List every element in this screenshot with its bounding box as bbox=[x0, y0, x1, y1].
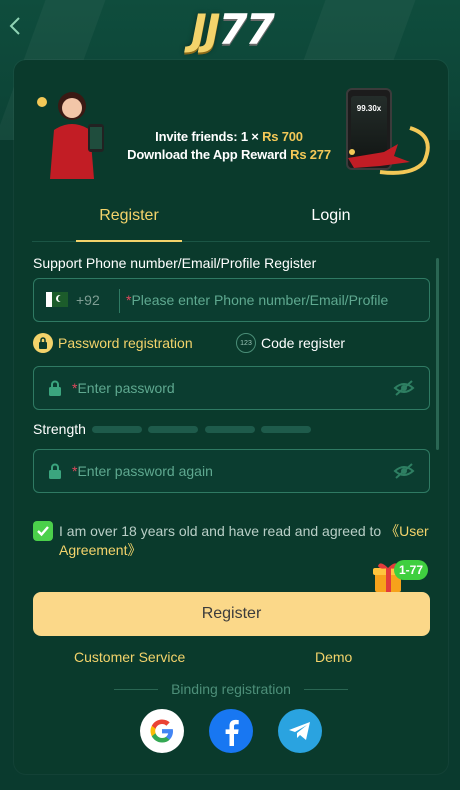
demo-link[interactable]: Demo bbox=[315, 649, 352, 665]
code-register-label: Code register bbox=[261, 335, 346, 351]
google-icon bbox=[150, 719, 173, 743]
register-card: Invite friends: 1 × Rs 700 Download the … bbox=[14, 60, 448, 774]
support-text: Support Phone number/Email/Profile Regis… bbox=[33, 255, 317, 271]
eye-off-icon[interactable] bbox=[393, 379, 415, 397]
phone-placeholder: Please enter Phone number/Email/Profile bbox=[131, 292, 389, 308]
agreement-text: I am over 18 years old and have read and… bbox=[59, 522, 439, 560]
logo-77-text: 77 bbox=[218, 4, 274, 54]
auth-tabs: Register Login bbox=[32, 200, 430, 242]
strength-bar bbox=[148, 426, 198, 433]
eye-off-icon[interactable] bbox=[393, 462, 415, 480]
password-registration-label: Password registration bbox=[58, 335, 193, 351]
lock-icon bbox=[49, 463, 61, 479]
strength-bar bbox=[92, 426, 142, 433]
promo-line2-amount: Rs 277 bbox=[290, 147, 331, 162]
pakistan-flag-icon bbox=[46, 292, 68, 307]
app-logo: JJ 77 bbox=[170, 4, 294, 54]
promo-character-image bbox=[37, 92, 104, 179]
country-code[interactable]: +92 bbox=[76, 292, 100, 308]
chevron-left-icon bbox=[9, 17, 20, 35]
phone-input[interactable]: *Please enter Phone number/Email/Profile bbox=[126, 292, 424, 308]
confirm-password-field[interactable]: *Enter password again bbox=[33, 449, 430, 493]
strength-bar bbox=[205, 426, 255, 433]
facebook-login-button[interactable] bbox=[209, 709, 253, 753]
phone-field[interactable]: +92 *Please enter Phone number/Email/Pro… bbox=[33, 278, 430, 322]
promo-banner[interactable]: Invite friends: 1 × Rs 700 Download the … bbox=[14, 74, 448, 184]
google-login-button[interactable] bbox=[140, 709, 184, 753]
form-scrollbar[interactable] bbox=[436, 258, 439, 450]
promo-text: Invite friends: 1 × Rs 700 Download the … bbox=[114, 128, 344, 164]
promo-line1-amount: Rs 700 bbox=[262, 129, 303, 144]
facebook-icon bbox=[225, 719, 239, 746]
password-input[interactable]: *Enter password bbox=[72, 380, 175, 396]
agreement-checkbox[interactable] bbox=[33, 521, 53, 541]
back-button[interactable] bbox=[8, 14, 28, 42]
customer-service-link[interactable]: Customer Service bbox=[74, 649, 185, 665]
confirm-password-placeholder: Enter password again bbox=[77, 463, 213, 479]
logo-jj-text: JJ bbox=[191, 4, 220, 54]
promo-plane-image bbox=[348, 126, 430, 175]
promo-line2: Download the App Reward bbox=[127, 147, 291, 162]
lock-badge-icon bbox=[33, 333, 53, 353]
field-separator bbox=[119, 289, 120, 313]
binding-registration-label: Binding registration bbox=[114, 681, 348, 697]
telegram-login-button[interactable] bbox=[278, 709, 322, 753]
strength-bar bbox=[261, 426, 311, 433]
tab-login[interactable]: Login bbox=[278, 200, 384, 242]
gift-badge[interactable]: 1-77 bbox=[394, 560, 429, 580]
password-field[interactable]: *Enter password bbox=[33, 366, 430, 410]
tab-register[interactable]: Register bbox=[76, 200, 182, 242]
register-button[interactable]: Register bbox=[33, 592, 430, 636]
strength-label: Strength bbox=[33, 421, 86, 437]
code-badge-icon: 123 bbox=[236, 333, 256, 353]
password-registration-option[interactable]: Password registration bbox=[33, 332, 193, 354]
code-register-option[interactable]: 123 Code register bbox=[236, 332, 345, 354]
lock-icon bbox=[49, 380, 61, 396]
agreement-label: I am over 18 years old and have read and… bbox=[59, 523, 386, 539]
password-placeholder: Enter password bbox=[77, 380, 175, 396]
confirm-password-input[interactable]: *Enter password again bbox=[72, 463, 213, 479]
promo-line1: Invite friends: 1 × bbox=[155, 129, 263, 144]
check-icon bbox=[37, 526, 49, 537]
telegram-icon bbox=[289, 722, 310, 740]
